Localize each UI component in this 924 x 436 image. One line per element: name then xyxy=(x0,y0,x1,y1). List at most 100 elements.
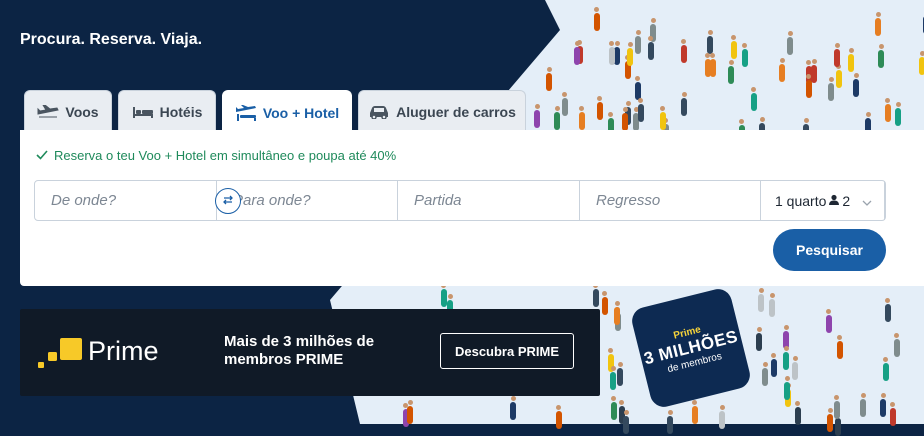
crowd-person xyxy=(770,352,777,377)
crowd-person xyxy=(848,47,855,72)
crowd-person xyxy=(596,96,603,121)
crowd-person xyxy=(554,105,561,130)
crowd-person xyxy=(622,107,629,132)
crowd-person xyxy=(880,393,887,418)
bed-icon xyxy=(132,105,154,119)
crowd-person xyxy=(919,51,924,75)
crowd-person xyxy=(860,392,867,417)
crowd-person xyxy=(709,53,716,78)
tab-hotels[interactable]: Hotéis xyxy=(118,90,216,132)
crowd-person xyxy=(681,92,688,117)
crowd-person xyxy=(647,36,654,61)
tab-label: Hotéis xyxy=(159,103,203,120)
destination-input[interactable]: Para onde? xyxy=(217,181,398,220)
crowd-person xyxy=(608,40,615,65)
crowd-person xyxy=(719,404,726,429)
crowd-person xyxy=(884,97,891,122)
crowd-person xyxy=(882,356,889,381)
crowd-person xyxy=(635,30,642,55)
tab-label: Voos xyxy=(65,103,99,120)
crowd-person xyxy=(555,404,562,429)
tab-label: Voo + Hotel xyxy=(262,104,340,121)
discover-prime-button[interactable]: Descubra PRIME xyxy=(440,333,574,369)
prime-banner: Prime Mais de 3 milhões de membros PRIME… xyxy=(20,309,600,396)
crowd-person xyxy=(614,301,621,326)
crowd-person xyxy=(758,288,765,313)
swap-arrows-icon xyxy=(222,192,234,210)
crowd-person xyxy=(561,92,568,117)
crowd-person xyxy=(895,102,902,127)
crowd-person xyxy=(659,105,666,130)
crowd-person xyxy=(783,346,790,371)
crowd-person xyxy=(617,361,624,386)
crowd-person xyxy=(875,11,882,36)
crowd-person xyxy=(811,59,818,83)
crowd-person xyxy=(627,41,634,66)
crowd-person xyxy=(834,42,841,67)
crowd-person xyxy=(610,395,617,420)
crowd-person xyxy=(769,293,776,318)
crowd-person xyxy=(593,7,600,32)
chevron-down-icon xyxy=(862,193,872,209)
person-icon xyxy=(828,193,840,209)
crowd-person xyxy=(667,409,674,434)
promo-text: Reserva o teu Voo + Hotel em simultâneo … xyxy=(54,148,397,163)
return-date-input[interactable]: Regresso xyxy=(580,181,761,220)
crowd-person xyxy=(578,106,585,131)
crowd-person xyxy=(787,31,793,56)
origin-input[interactable]: De onde? xyxy=(35,181,217,220)
crowd-person xyxy=(440,283,447,308)
search-button[interactable]: Pesquisar xyxy=(773,229,886,271)
departure-date-input[interactable]: Partida xyxy=(398,181,580,220)
prime-description: Mais de 3 milhões de membros PRIME xyxy=(224,333,375,368)
crowd-person xyxy=(827,407,834,432)
crowd-person xyxy=(836,335,843,360)
crowd-person xyxy=(610,365,617,390)
crowd-person xyxy=(750,86,757,111)
crowd-person xyxy=(853,72,860,97)
guests-count: 2 xyxy=(842,192,851,209)
plane-hotel-icon xyxy=(235,104,257,121)
crowd-person xyxy=(534,103,541,128)
crowd-person xyxy=(407,400,414,425)
checkmark-icon xyxy=(36,148,48,163)
crowd-person xyxy=(878,43,885,68)
search-card: Reserva o teu Voo + Hotel em simultâneo … xyxy=(20,130,924,286)
crowd-person xyxy=(574,41,581,66)
tab-flight-hotel[interactable]: Voo + Hotel xyxy=(222,90,352,134)
crowd-person xyxy=(884,297,891,322)
crowd-person xyxy=(601,291,608,316)
crowd-person xyxy=(762,361,769,386)
crowd-person xyxy=(833,395,840,420)
crowd-person xyxy=(889,401,896,426)
crowd-person xyxy=(637,98,644,123)
crowd-person xyxy=(828,77,835,102)
promo-message: Reserva o teu Voo + Hotel em simultâneo … xyxy=(36,148,396,163)
crowd-person xyxy=(835,63,842,88)
crowd-person xyxy=(779,58,786,83)
crowd-person xyxy=(756,326,763,351)
crowd-person xyxy=(730,35,737,60)
tab-flights[interactable]: Voos xyxy=(24,90,112,132)
crowd-person xyxy=(510,396,517,421)
crowd-person xyxy=(728,59,735,84)
rooms-guests-select[interactable]: 1 quarto 2 xyxy=(761,181,885,220)
tab-car-rental[interactable]: Aluguer de carros xyxy=(358,90,526,132)
crowd-person xyxy=(834,411,841,436)
crowd-person xyxy=(794,400,801,425)
crowd-person xyxy=(592,283,599,308)
crowd-person xyxy=(893,333,900,358)
prime-logo-icon xyxy=(36,338,84,375)
crowd-person xyxy=(707,29,714,54)
search-fields: De onde? Para onde? Partida Regresso 1 q… xyxy=(34,180,886,221)
prime-brand: Prime xyxy=(88,336,159,366)
crowd-person xyxy=(825,308,832,333)
rooms-label: 1 quarto xyxy=(775,192,827,209)
crowd-person xyxy=(784,375,791,400)
crowd-person xyxy=(614,40,620,65)
crowd-person xyxy=(691,399,698,424)
crowd-person xyxy=(623,410,630,435)
crowd-person xyxy=(680,38,687,63)
swap-locations-button[interactable] xyxy=(215,188,241,214)
tab-label: Aluguer de carros xyxy=(396,103,516,120)
